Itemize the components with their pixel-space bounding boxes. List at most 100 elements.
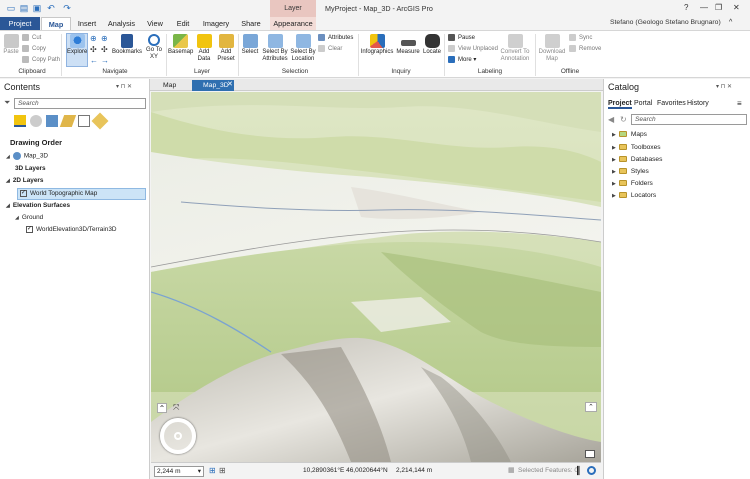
bookmarks-button[interactable]: Bookmarks (112, 34, 142, 56)
expand-icon[interactable]: ▶ (612, 145, 616, 151)
new-project-icon[interactable]: ▭ (6, 3, 16, 13)
close-tab-icon[interactable]: ✕ (227, 80, 233, 88)
attributes-button[interactable]: Attributes (318, 34, 353, 43)
filter-icon[interactable]: ⏷ (4, 98, 10, 108)
user-name[interactable]: Stefano (Geologo Stefano Brugnaro) (610, 19, 721, 26)
terrain-view[interactable] (151, 92, 601, 462)
collapse-navigator-icon[interactable]: ⌃ (157, 403, 167, 413)
paste-button[interactable]: Paste (3, 34, 19, 56)
tab-insert[interactable]: Insert (72, 17, 102, 30)
contents-search-input[interactable]: Search (14, 98, 146, 109)
refresh-icon[interactable] (587, 466, 596, 475)
tab-map[interactable]: Map (41, 17, 71, 30)
pause-button[interactable]: Pause (448, 34, 475, 43)
select-by-attributes-button[interactable]: Select By Attributes (261, 34, 289, 63)
download-map-button[interactable]: Download Map (537, 34, 567, 63)
catalog-item-folders[interactable]: ▶ Folders (612, 180, 653, 187)
collapse-icon[interactable]: ◢ (15, 215, 19, 221)
help-icon[interactable]: ? (684, 3, 688, 12)
ground-node[interactable]: ◢ Ground (15, 214, 43, 221)
full-extent-icon[interactable]: ⊕ (101, 34, 108, 43)
catalog-item-toolboxes[interactable]: ▶ Toolboxes (612, 144, 661, 151)
minimize-icon[interactable]: — (700, 3, 708, 12)
layers-2d-node[interactable]: ◢ 2D Layers (6, 177, 43, 184)
convert-to-annotation-button[interactable]: Convert To Annotation (497, 34, 533, 63)
terrain-layer[interactable]: ✓ WorldElevation3D/Terrain3D (26, 226, 117, 233)
undo-icon[interactable]: ↶ (46, 3, 56, 13)
map-node[interactable]: ◢ Map_3D (6, 152, 48, 160)
add-data-button[interactable]: Add Data (194, 34, 214, 63)
map-3d-canvas[interactable]: ⌃ ⤧ ⌃ (151, 92, 601, 462)
scale-dropdown[interactable]: 2,244 m ▾ (154, 466, 204, 477)
tab-analysis[interactable]: Analysis (104, 17, 139, 30)
tab-map-view[interactable]: Map (152, 80, 194, 91)
basemap-button[interactable]: Basemap (168, 34, 193, 56)
catalog-search-input[interactable]: Search (631, 114, 747, 125)
redo-icon[interactable]: ↷ (62, 3, 72, 13)
tab-appearance[interactable]: Appearance (270, 17, 316, 30)
refresh-icon[interactable]: ↻ (620, 115, 627, 124)
editing-icon[interactable] (59, 115, 77, 127)
elevation-surfaces-node[interactable]: ◢ Elevation Surfaces (6, 202, 70, 209)
select-button[interactable]: Select (240, 34, 260, 56)
selection-icon[interactable] (46, 115, 58, 127)
collapse-icon[interactable]: ◢ (6, 178, 10, 184)
layers-3d-node[interactable]: 3D Layers (15, 165, 46, 172)
layer-visibility-checkbox[interactable]: ✓ (20, 190, 27, 197)
navigator-center-icon[interactable] (174, 432, 182, 440)
expand-icon[interactable]: ▶ (612, 157, 616, 163)
save-icon[interactable]: ▣ (32, 3, 42, 13)
expand-icon[interactable]: ▶ (612, 181, 616, 187)
catalog-tab-portal[interactable]: Portal (634, 100, 652, 107)
terrain-visibility-checkbox[interactable]: ✓ (26, 226, 33, 233)
forward-icon[interactable]: → (101, 56, 109, 65)
explore-button[interactable]: Explore (66, 33, 88, 67)
grid-icon[interactable]: ⊞ (219, 466, 226, 475)
catalog-item-locators[interactable]: ▶ Locators (612, 192, 656, 199)
tab-share[interactable]: Share (236, 17, 266, 30)
catalog-tab-history[interactable]: History (687, 100, 709, 107)
snapping-icon[interactable] (78, 115, 90, 127)
full-extent-icon[interactable]: ⤧ (173, 403, 179, 413)
expand-icon[interactable]: ⌃ (585, 402, 597, 412)
expand-icon[interactable]: ▶ (612, 169, 616, 175)
catalog-menu-icon[interactable]: ≡ (737, 99, 742, 108)
copy-button[interactable]: Copy (22, 45, 46, 54)
expand-icon[interactable]: ▶ (612, 193, 616, 199)
catalog-tab-favorites[interactable]: Favorites (657, 100, 686, 107)
open-project-icon[interactable]: ▤ (19, 3, 29, 13)
locate-button[interactable]: Locate (421, 34, 443, 56)
tab-view[interactable]: View (142, 17, 168, 30)
labeling-icon[interactable] (91, 112, 109, 130)
pane-menu-icon[interactable]: ▾ ⊓ ✕ (116, 83, 132, 90)
go-to-xy-button[interactable]: Go To XY (144, 34, 164, 61)
pane-menu-icon[interactable]: ▾ ⊓ ✕ (716, 83, 732, 90)
sync-button[interactable]: Sync (569, 34, 592, 43)
remove-button[interactable]: Remove (569, 45, 601, 54)
zoom-out-icon[interactable]: ✣ (101, 45, 108, 54)
back-icon[interactable]: ◀ (608, 115, 614, 124)
tab-imagery[interactable]: Imagery (198, 17, 234, 30)
expand-icon[interactable]: ▶ (612, 132, 616, 138)
scale-settings-icon[interactable]: ⊞ (209, 466, 216, 475)
infographics-button[interactable]: Infographics (360, 34, 394, 56)
drawing-order-icon[interactable] (14, 115, 26, 127)
collapse-icon[interactable]: ◢ (6, 154, 10, 160)
catalog-tab-project[interactable]: Project (608, 100, 632, 109)
catalog-item-styles[interactable]: ▶ Styles (612, 168, 649, 175)
collapse-icon[interactable]: ◢ (6, 203, 10, 209)
cut-button[interactable]: Cut (22, 34, 41, 43)
pause-drawing-icon[interactable]: ∥ (576, 465, 581, 476)
tab-edit[interactable]: Edit (170, 17, 196, 30)
table-icon[interactable] (585, 450, 595, 458)
add-preset-button[interactable]: Add Preset (215, 34, 237, 63)
zoom-in-icon[interactable]: ✣ (90, 45, 97, 54)
back-icon[interactable]: ← (90, 56, 98, 65)
restore-icon[interactable]: ❐ (715, 3, 722, 12)
copy-path-button[interactable]: Copy Path (22, 56, 60, 65)
clear-button[interactable]: Clear (318, 45, 342, 54)
tab-project[interactable]: Project (0, 17, 40, 30)
catalog-item-maps[interactable]: ▶ Maps (612, 131, 647, 138)
measure-button[interactable]: Measure (396, 34, 420, 56)
expand-ribbon-icon[interactable]: ^ (729, 19, 732, 26)
